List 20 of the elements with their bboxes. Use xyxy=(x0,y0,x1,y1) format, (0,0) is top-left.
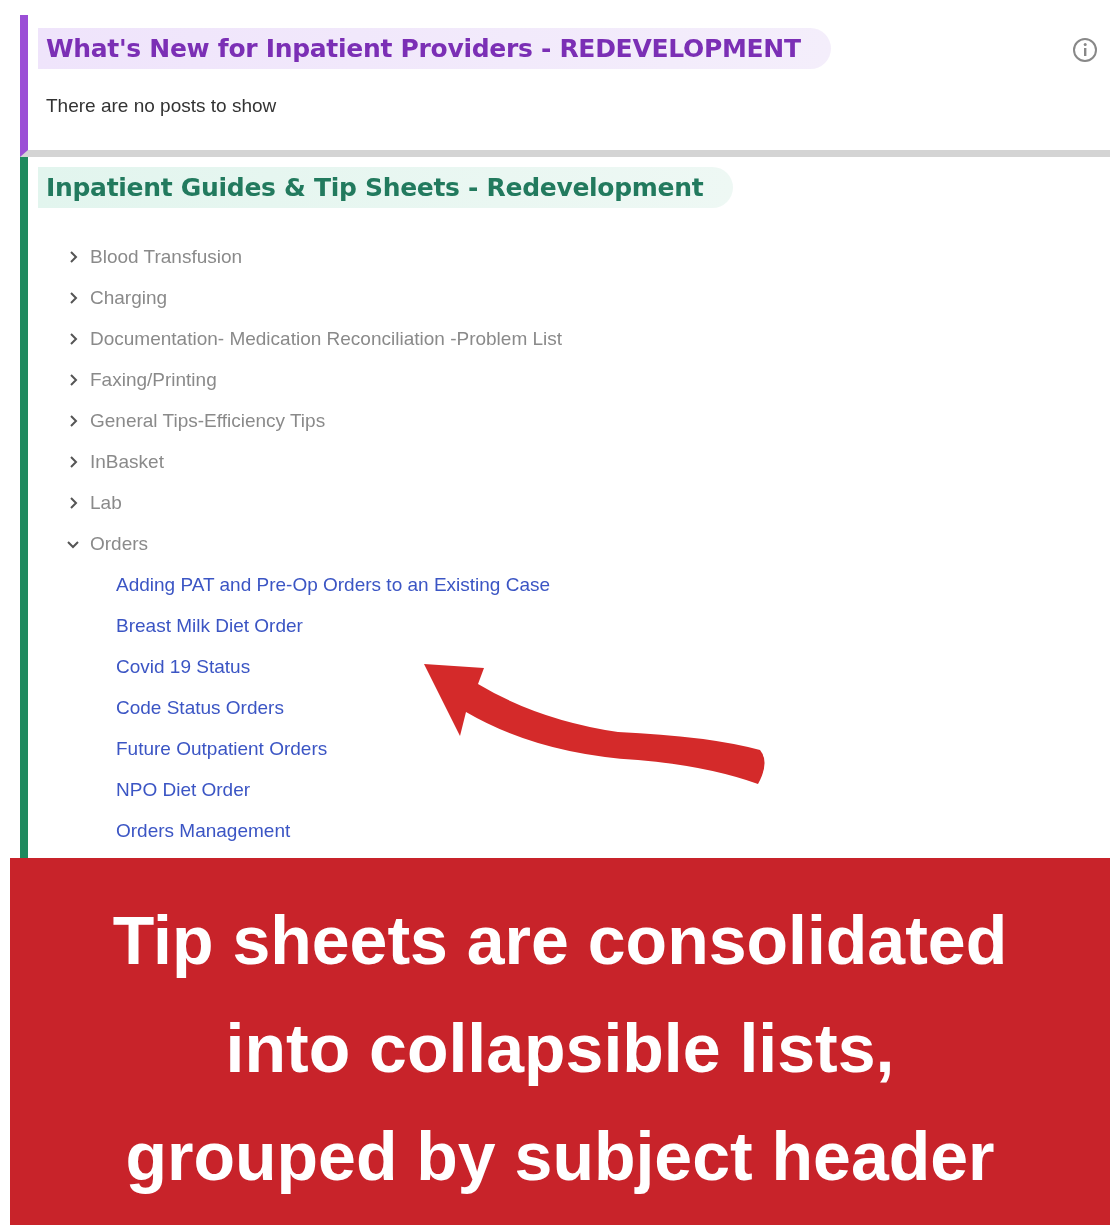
empty-message: There are no posts to show xyxy=(46,95,278,117)
category-item[interactable]: Charging xyxy=(90,286,168,309)
tip-sheet-link[interactable]: Future Outpatient Orders xyxy=(116,737,328,760)
category-item[interactable]: General Tips-Efficiency Tips xyxy=(90,409,326,432)
tip-sheet-link[interactable]: NPO Diet Order xyxy=(116,778,251,801)
category-item[interactable]: Faxing/Printing xyxy=(90,368,217,391)
tip-sheet-link[interactable]: Adding PAT and Pre-Op Orders to an Existing Case xyxy=(116,573,551,596)
info-icon[interactable] xyxy=(1072,37,1098,63)
tip-sheet-link[interactable]: Orders Management xyxy=(116,819,291,842)
category-item[interactable]: Blood Transfusion xyxy=(90,245,243,268)
tip-sheet-link[interactable]: Code Status Orders xyxy=(116,696,284,719)
tip-sheet-link[interactable]: Breast Milk Diet Order xyxy=(116,614,303,637)
category-item[interactable]: InBasket xyxy=(90,450,164,473)
caption-text: Tip sheets are consolidated into collapsible lists, grouped by subject header xyxy=(111,901,1009,1196)
section-title: Inpatient Guides & Tip Sheets - Redevelopment xyxy=(38,167,734,208)
category-item[interactable]: Orders xyxy=(90,532,149,555)
tip-sheet-link[interactable]: Covid 19 Status xyxy=(116,655,251,678)
category-item[interactable]: Documentation- Medication Reconciliation -Problem List xyxy=(90,327,563,350)
category-item[interactable]: Lab xyxy=(90,491,122,514)
section-title: What's New for Inpatient Providers - REDEVELOPMENT xyxy=(38,28,831,69)
